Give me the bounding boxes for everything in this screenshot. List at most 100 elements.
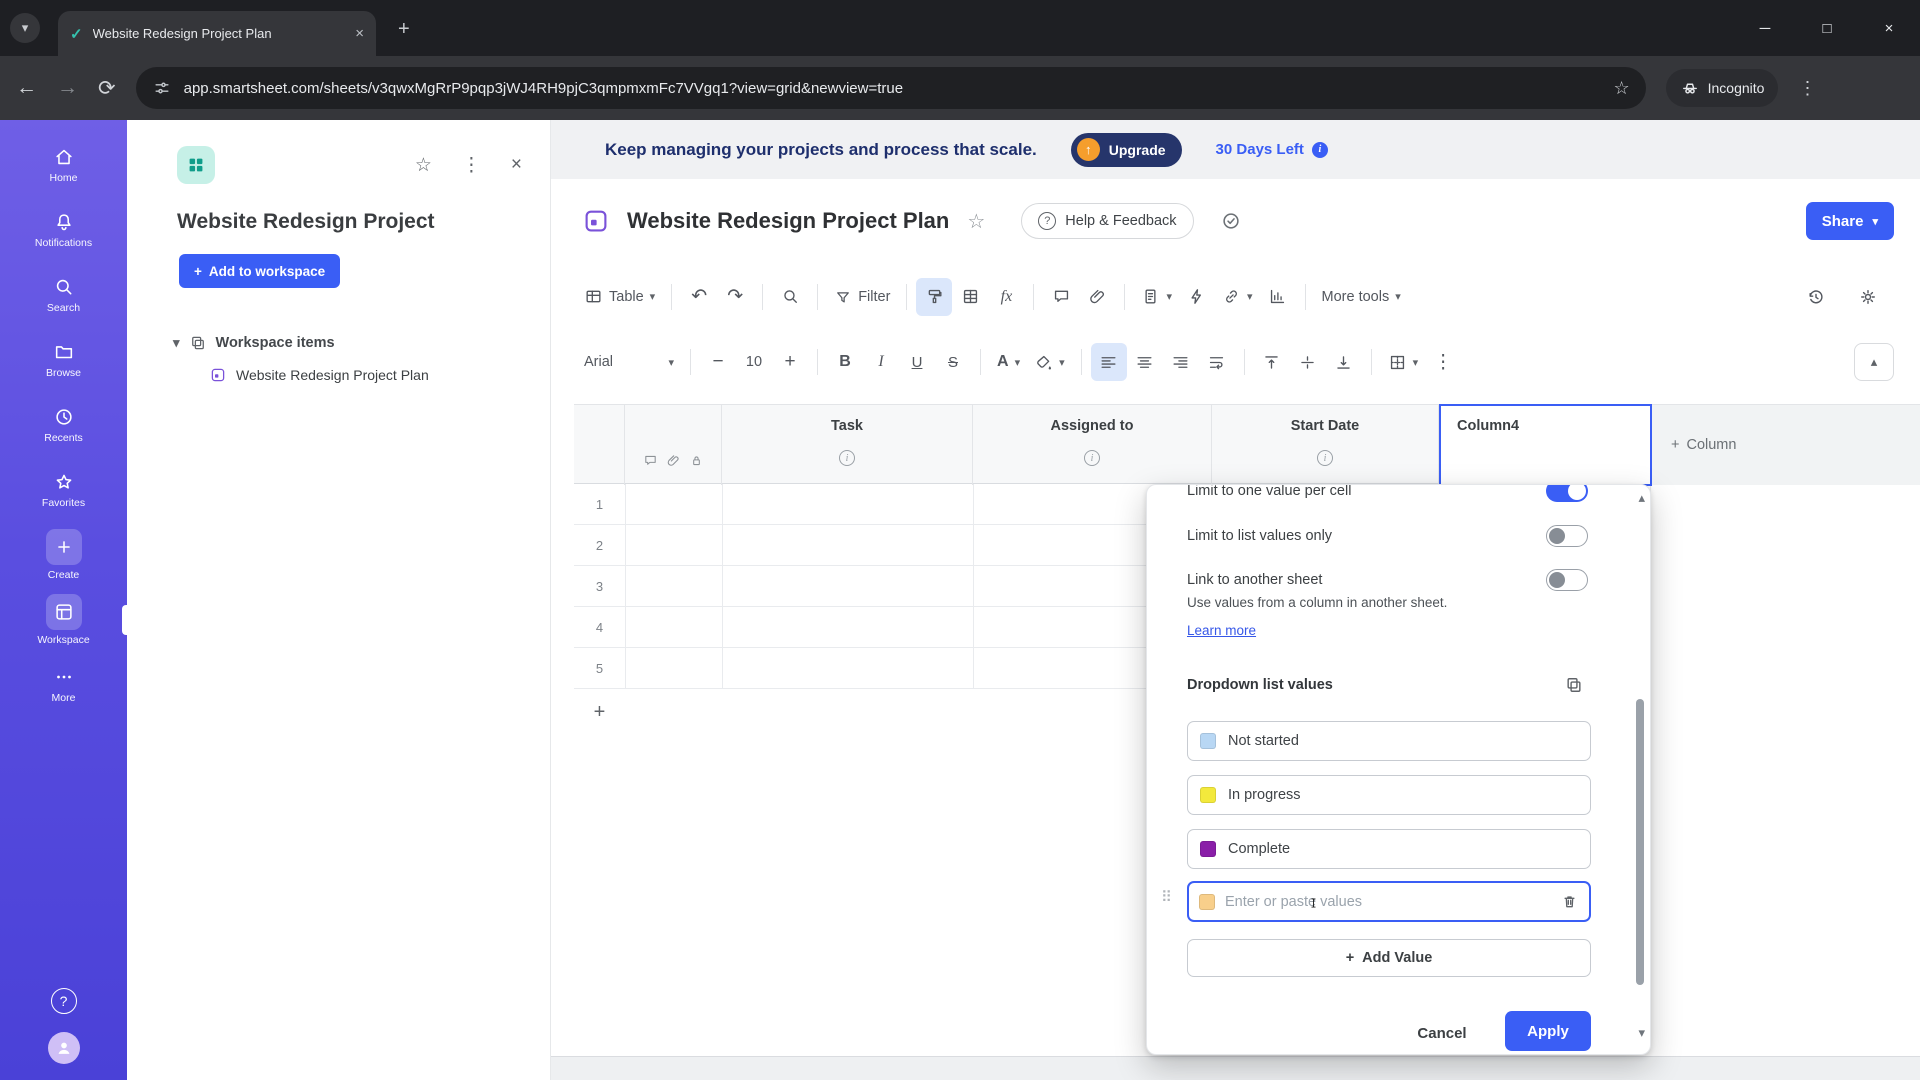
info-icon[interactable]: i — [839, 450, 855, 466]
add-column-button[interactable]: + Column — [1651, 405, 1920, 485]
trash-icon[interactable] — [1560, 892, 1579, 911]
sidebar-item-home[interactable]: Home — [0, 132, 127, 197]
share-button[interactable]: Share ▾ — [1805, 202, 1894, 240]
settings-button[interactable] — [1850, 278, 1886, 316]
sidebar-item-create[interactable]: Create — [0, 522, 127, 587]
cell-format-button[interactable] — [952, 278, 988, 316]
font-family-select[interactable]: Arial ▾ — [577, 343, 681, 381]
new-tab-button[interactable]: + — [398, 18, 410, 41]
bookmark-star-icon[interactable]: ☆ — [1613, 78, 1629, 99]
toggle-limit-list-values[interactable] — [1546, 525, 1588, 547]
format-painter-button[interactable] — [916, 277, 953, 316]
reload-button[interactable]: ⟳ — [98, 76, 116, 101]
info-icon[interactable]: i — [1084, 450, 1100, 466]
valign-top-button[interactable] — [1254, 343, 1290, 381]
comment-button[interactable] — [1043, 278, 1079, 316]
address-bar[interactable]: app.smartsheet.com/sheets/v3qwxMgRrP9pqp… — [135, 67, 1646, 109]
bold-button[interactable]: B — [827, 343, 863, 381]
row-number[interactable]: 3 — [574, 566, 625, 607]
url-text[interactable]: app.smartsheet.com/sheets/v3qwxMgRrP9pqp… — [184, 80, 1602, 97]
borders-button[interactable]: ▾ — [1381, 343, 1426, 381]
strikethrough-button[interactable]: S — [935, 343, 971, 381]
apply-button[interactable]: Apply — [1505, 1011, 1591, 1051]
column-header-task[interactable]: Task i — [722, 405, 973, 485]
row-number[interactable]: 5 — [574, 648, 625, 689]
list-value-row[interactable]: Complete — [1187, 829, 1591, 869]
color-swatch[interactable] — [1199, 893, 1215, 910]
sidebar-item-browse[interactable]: Browse — [0, 327, 127, 392]
valign-middle-button[interactable] — [1290, 343, 1326, 381]
panel-scrollbar[interactable] — [1636, 699, 1644, 985]
user-avatar[interactable] — [47, 1032, 80, 1064]
tab-search-button[interactable]: ▾ — [10, 13, 40, 43]
formula-button[interactable]: fx — [988, 278, 1024, 316]
automation-button[interactable] — [1179, 278, 1215, 316]
history-button[interactable] — [1798, 278, 1834, 316]
font-size-decrease-button[interactable]: − — [700, 343, 736, 381]
add-to-workspace-button[interactable]: + Add to workspace — [179, 254, 341, 288]
link-menu-button[interactable]: ▾ — [1215, 278, 1260, 316]
paperclip-icon[interactable] — [666, 453, 681, 468]
info-icon[interactable]: i — [1311, 141, 1328, 158]
upgrade-button[interactable]: ↑ Upgrade — [1070, 132, 1182, 167]
column-header-assigned-to[interactable]: Assigned to i — [973, 405, 1212, 485]
drag-handle-icon[interactable]: ⠿ — [1161, 890, 1172, 905]
tab-close-icon[interactable]: × — [355, 25, 364, 42]
font-size-value[interactable]: 10 — [736, 343, 772, 381]
sidebar-item-notifications[interactable]: Notifications — [0, 197, 127, 262]
color-swatch[interactable] — [1200, 733, 1216, 749]
italic-button[interactable]: I — [863, 343, 899, 381]
font-color-button[interactable]: A ▾ — [990, 343, 1027, 381]
back-button[interactable]: ← — [16, 76, 37, 100]
new-value-input[interactable] — [1225, 893, 1550, 910]
forward-button[interactable]: → — [57, 76, 78, 100]
filter-button[interactable]: Filter — [827, 278, 897, 316]
wrap-text-button[interactable] — [1199, 343, 1235, 381]
browser-menu-icon[interactable]: ⋮ — [1798, 78, 1816, 99]
collapse-toolbar-button[interactable]: ▴ — [1854, 343, 1894, 381]
window-minimize-button[interactable]: ─ — [1734, 0, 1796, 56]
help-button[interactable]: ? — [50, 988, 77, 1014]
column-header-column4-selected[interactable]: Column4 — [1439, 404, 1652, 486]
add-row-button[interactable]: + — [574, 701, 625, 724]
align-right-button[interactable] — [1163, 343, 1199, 381]
view-selector-button[interactable]: Table ▾ — [577, 278, 662, 316]
color-swatch[interactable] — [1200, 787, 1216, 803]
list-value-row[interactable]: In progress — [1187, 775, 1591, 815]
scroll-up-icon[interactable]: ▴ — [1638, 490, 1645, 506]
more-tools-button[interactable]: More tools ▾ — [1315, 278, 1408, 316]
browser-tab[interactable]: ✓ Website Redesign Project Plan × — [58, 11, 376, 56]
lock-icon[interactable] — [689, 453, 704, 468]
window-close-button[interactable]: × — [1858, 0, 1920, 56]
sidebar-item-recents[interactable]: Recents — [0, 392, 127, 457]
list-value-row[interactable]: Not started — [1187, 721, 1591, 761]
align-left-button[interactable] — [1090, 343, 1127, 381]
panel-close-icon[interactable]: × — [511, 154, 522, 176]
redo-button[interactable]: ↷ — [717, 278, 753, 316]
window-maximize-button[interactable]: □ — [1796, 0, 1858, 56]
chevron-down-icon[interactable]: ▾ — [173, 335, 180, 351]
sidebar-item-workspace[interactable]: Workspace — [0, 587, 127, 652]
sidebar-item-search[interactable]: Search — [0, 262, 127, 327]
site-settings-icon[interactable] — [152, 78, 172, 98]
copy-icon[interactable] — [1564, 675, 1584, 695]
search-button[interactable] — [772, 278, 808, 316]
sidebar-item-more[interactable]: More — [0, 652, 127, 717]
comment-icon[interactable] — [643, 453, 658, 468]
undo-button[interactable]: ↶ — [681, 278, 717, 316]
attachment-button[interactable] — [1079, 278, 1115, 316]
align-center-button[interactable] — [1127, 343, 1163, 381]
row-number[interactable]: 4 — [574, 607, 625, 648]
workspace-items-section[interactable]: ▾ Workspace items — [173, 334, 550, 352]
fill-color-button[interactable]: ▾ — [1027, 343, 1072, 381]
column-header-start-date[interactable]: Start Date i — [1212, 405, 1439, 485]
row-number-header[interactable] — [574, 405, 625, 485]
add-value-button[interactable]: + Add Value — [1187, 939, 1591, 977]
color-swatch[interactable] — [1200, 841, 1216, 857]
valign-bottom-button[interactable] — [1326, 343, 1362, 381]
scroll-down-icon[interactable]: ▾ — [1638, 1025, 1645, 1041]
toggle-one-value-per-cell[interactable] — [1546, 485, 1588, 502]
row-number[interactable]: 2 — [574, 525, 625, 566]
font-size-increase-button[interactable]: + — [772, 343, 808, 381]
favorite-star-icon[interactable]: ☆ — [415, 154, 432, 177]
